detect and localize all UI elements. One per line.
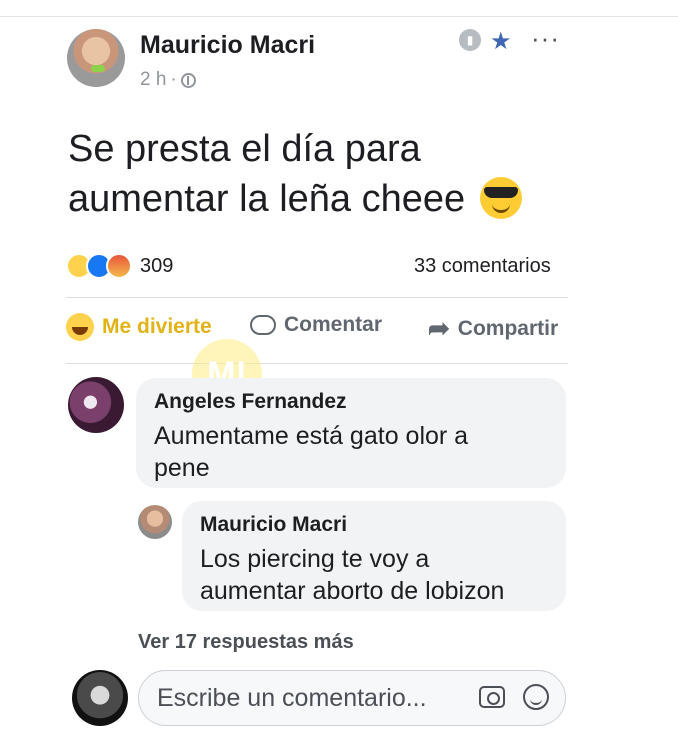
share-button[interactable]: ➦ Compartir: [428, 313, 558, 344]
share-label: Compartir: [457, 316, 559, 340]
angry-reaction-icon: [106, 253, 132, 279]
divider-bottom: [66, 363, 568, 364]
post-time[interactable]: 2 h: [140, 69, 166, 91]
post-meta: 2 h ·: [140, 69, 196, 91]
comments-count[interactable]: 33 comentarios: [414, 255, 551, 278]
reply-text: Los piercing te voy a aumentar aborto de…: [200, 543, 504, 607]
reply-author[interactable]: Mauricio Macri: [200, 513, 347, 537]
share-icon: ➦: [428, 313, 450, 343]
comment-icon: [250, 315, 276, 335]
comment-text-line2: pene: [154, 454, 210, 482]
reply-text-line1: Los piercing te voy a: [200, 545, 430, 573]
post-text-line1: Se presta el día para: [68, 128, 421, 170]
commenter-avatar[interactable]: [68, 377, 124, 433]
comment-text: Aumentame está gato olor a pene: [154, 420, 468, 484]
reaction-count: 309: [140, 254, 174, 277]
comment-label: Comentar: [284, 313, 383, 336]
post-text: Se presta el día para aumentar la leña c…: [68, 124, 568, 224]
react-button[interactable]: Me divierte: [66, 313, 212, 341]
sunglasses-emoji-icon: [479, 177, 522, 219]
comment-input[interactable]: Escribe un comentario...: [138, 670, 566, 726]
post-author[interactable]: Mauricio Macri: [140, 31, 315, 60]
reaction-summary[interactable]: 309: [66, 253, 173, 279]
view-more-replies-link[interactable]: Ver 17 respuestas más: [138, 631, 354, 654]
comment-button[interactable]: Comentar: [250, 313, 382, 337]
stats-icon[interactable]: ▮: [459, 29, 481, 51]
comment-bubble: Angeles Fernandez Aumentame está gato ol…: [136, 378, 566, 488]
post-text-line2: aumentar la leña cheee: [68, 174, 568, 224]
globe-icon: [180, 72, 196, 88]
camera-icon[interactable]: [479, 686, 505, 708]
post-text-line2-content: aumentar la leña cheee: [68, 178, 466, 220]
action-bar: Me divierte Comentar ➦ Compartir: [66, 313, 576, 343]
star-icon[interactable]: ★: [490, 27, 512, 56]
react-label: Me divierte: [102, 315, 212, 338]
current-user-avatar: [72, 670, 128, 726]
reply-bubble: Mauricio Macri Los piercing te voy a aum…: [182, 501, 566, 611]
author-avatar[interactable]: [67, 29, 125, 87]
reply-avatar[interactable]: [138, 505, 172, 539]
emoji-icon[interactable]: [523, 684, 549, 710]
comment-input-placeholder: Escribe un comentario...: [157, 684, 427, 712]
comment-author[interactable]: Angeles Fernandez: [154, 390, 347, 414]
meta-separator: ·: [170, 69, 177, 90]
haha-icon: [66, 313, 94, 341]
more-options-icon[interactable]: ···: [531, 23, 560, 54]
divider-top: [66, 297, 568, 298]
reply-text-line2: aumentar aborto de lobizon: [200, 577, 505, 605]
comment-text-line1: Aumentame está gato olor a: [154, 422, 469, 450]
post-card: Mauricio Macri 2 h · ▮ ★ ··· Se presta e…: [52, 17, 584, 740]
